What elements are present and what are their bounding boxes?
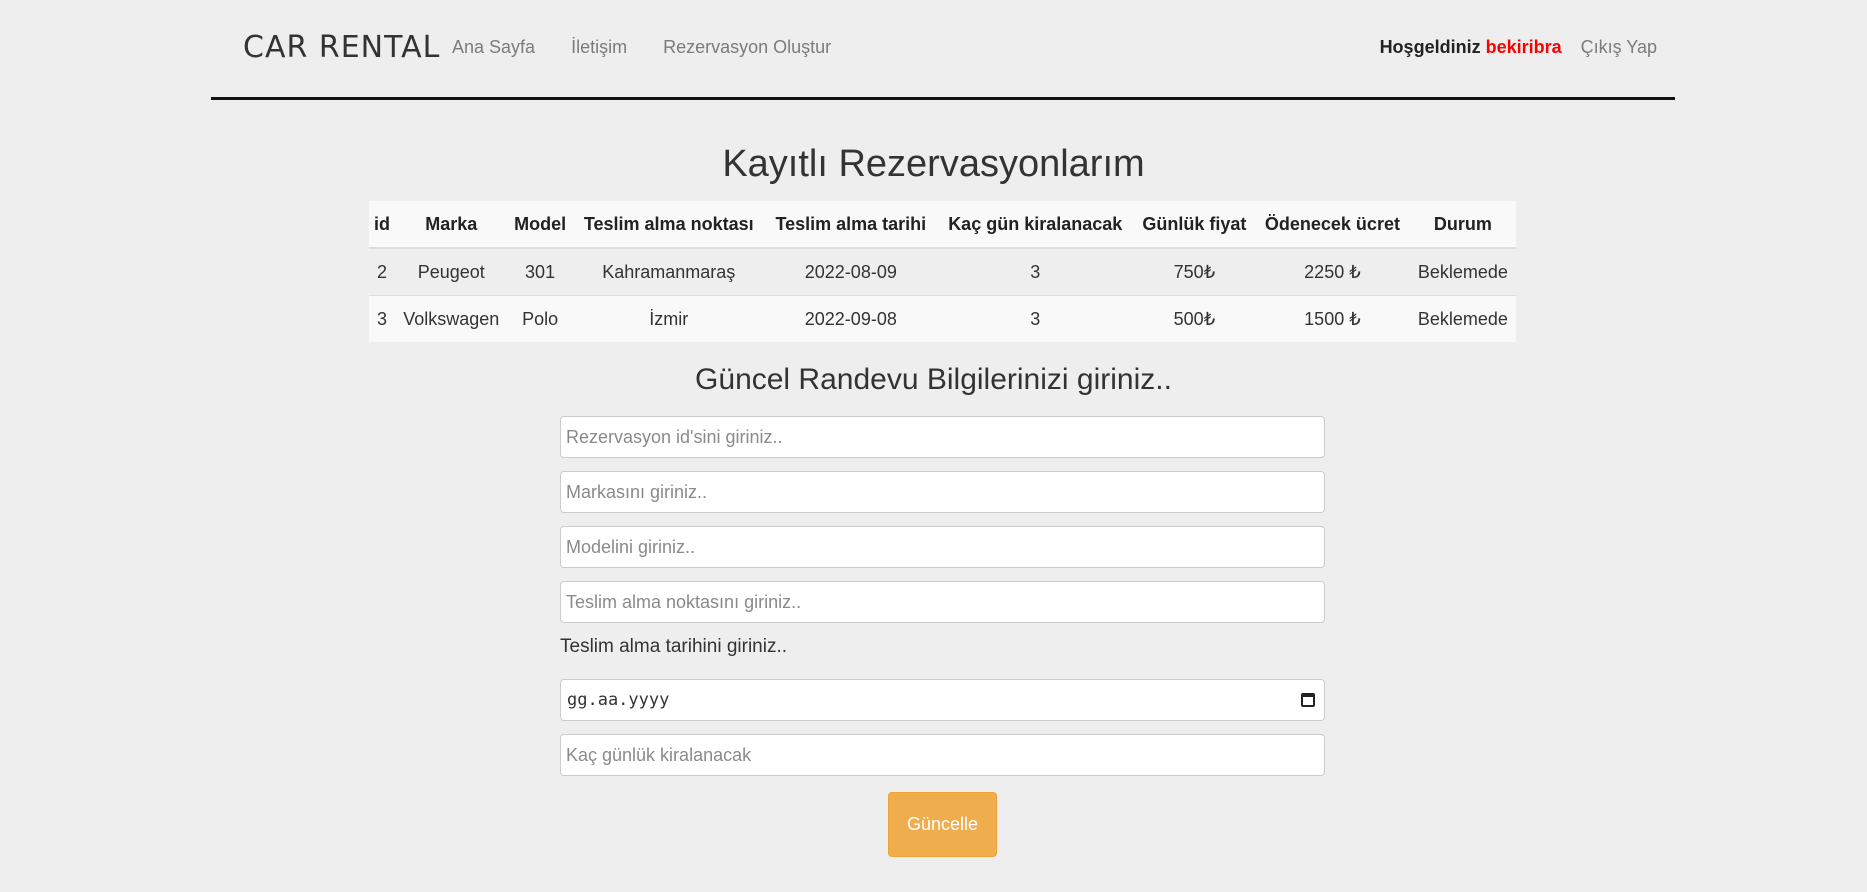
pickup-date-label: Teslim alma tarihini giriniz.. [560, 636, 788, 657]
cell-status: Beklemede [1409, 295, 1516, 342]
nav-link-contact[interactable]: İletişim [571, 37, 627, 58]
table-header-row: id Marka Model Teslim alma noktası Tesli… [369, 201, 1516, 249]
cell-pickup-location: Kahramanmaraş [572, 248, 765, 296]
cell-model: 301 [507, 248, 573, 296]
column-header-pickup-location: Teslim alma noktası [572, 201, 765, 249]
nav-links: Ana Sayfa İletişim Rezervasyon Oluştur [452, 37, 867, 58]
column-header-daily-price: Günlük fiyat [1133, 201, 1256, 249]
cell-rental-days: 3 [936, 248, 1134, 296]
column-header-id: id [369, 201, 395, 249]
update-form: Teslim alma tarihini giriniz.. gg.aa.yyy… [560, 416, 1325, 789]
cell-brand: Volkswagen [394, 295, 508, 342]
cell-pickup-date: 2022-09-08 [764, 295, 937, 342]
form-title: Güncel Randevu Bilgilerinizi giriniz.. [695, 363, 1172, 396]
logout-link[interactable]: Çıkış Yap [1581, 37, 1657, 58]
brand-input[interactable] [560, 471, 1325, 513]
column-header-brand: Marka [394, 201, 508, 249]
date-format-placeholder: gg.aa.yyyy [567, 690, 670, 710]
calendar-icon[interactable] [1301, 693, 1315, 707]
column-header-pickup-date: Teslim alma tarihi [764, 201, 937, 249]
pickup-date-input[interactable]: gg.aa.yyyy [560, 679, 1325, 721]
cell-brand: Peugeot [394, 248, 508, 296]
cell-daily-price: 500₺ [1133, 295, 1256, 342]
reservation-id-input[interactable] [560, 416, 1325, 458]
pickup-location-input[interactable] [560, 581, 1325, 623]
cell-pickup-location: İzmir [572, 295, 765, 342]
column-header-rental-days: Kaç gün kiralanacak [936, 201, 1134, 249]
username: bekiribra [1485, 37, 1562, 57]
table-row: 3 Volkswagen Polo İzmir 2022-09-08 3 500… [369, 295, 1516, 342]
navbar: CAR RENTAL Ana Sayfa İletişim Rezervasyo… [211, 0, 1675, 100]
nav-link-create-reservation[interactable]: Rezervasyon Oluştur [663, 37, 831, 58]
cell-model: Polo [507, 295, 573, 342]
cell-rental-days: 3 [936, 295, 1134, 342]
nav-link-home[interactable]: Ana Sayfa [452, 37, 535, 58]
cell-status: Beklemede [1409, 248, 1516, 296]
cell-total-fee: 1500 ₺ [1255, 295, 1410, 342]
cell-id: 2 [369, 248, 395, 296]
table-row: 2 Peugeot 301 Kahramanmaraş 2022-08-09 3… [369, 248, 1516, 296]
column-header-status: Durum [1409, 201, 1516, 249]
cell-daily-price: 750₺ [1133, 248, 1256, 296]
cell-id: 3 [369, 295, 395, 342]
user-area: Hoşgeldiniz bekiribra Çıkış Yap [1380, 37, 1657, 58]
reservations-table: id Marka Model Teslim alma noktası Tesli… [369, 201, 1516, 342]
update-button[interactable]: Güncelle [888, 792, 997, 857]
welcome-text: Hoşgeldiniz [1379, 37, 1481, 57]
column-header-model: Model [507, 201, 573, 249]
column-header-total-fee: Ödenecek ücret [1255, 201, 1410, 249]
cell-pickup-date: 2022-08-09 [764, 248, 937, 296]
brand-logo[interactable]: CAR RENTAL [243, 30, 440, 65]
model-input[interactable] [560, 526, 1325, 568]
page-title: Kayıtlı Rezervasyonlarım [722, 143, 1145, 185]
rental-days-input[interactable] [560, 734, 1325, 776]
cell-total-fee: 2250 ₺ [1255, 248, 1410, 296]
